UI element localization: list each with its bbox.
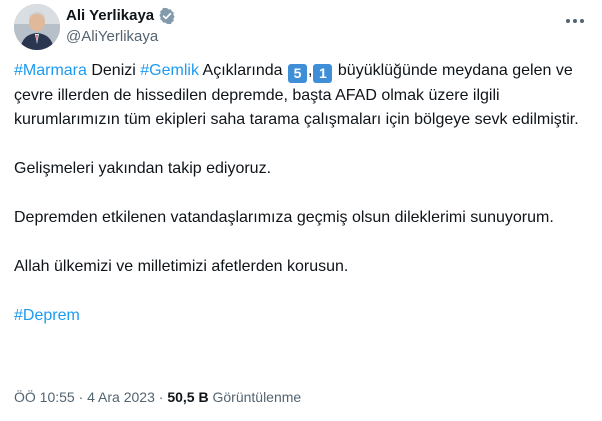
views-label: Görüntülenme: [208, 389, 302, 405]
text-segment: Denizi: [86, 62, 141, 79]
name-row: Ali Yerlikaya: [66, 5, 176, 26]
tweet-time[interactable]: ÖÖ 10:55: [14, 389, 75, 405]
tweet-meta: ÖÖ 10:55 · 4 Ara 2023 · 50,5 B Görüntüle…: [14, 389, 301, 405]
user-handle[interactable]: @AliYerlikaya: [66, 28, 176, 45]
hashtag-link[interactable]: #Gemlik: [140, 62, 199, 79]
meta-separator: ·: [74, 389, 88, 405]
hashtag-link[interactable]: #Deprem: [14, 307, 80, 324]
text-segment: ,: [308, 62, 313, 79]
tweet-paragraph: #Marmara Denizi #Gemlik Açıklarında 5,1 …: [14, 59, 589, 133]
user-block: Ali Yerlikaya @AliYerlikaya: [66, 5, 176, 45]
tweet-paragraph: #Deprem: [14, 304, 589, 329]
tweet-card: Ali Yerlikaya @AliYerlikaya #Marmara Den…: [0, 0, 602, 421]
more-options-icon[interactable]: [564, 12, 586, 23]
hashtag-link[interactable]: #Marmara: [14, 62, 87, 79]
verified-badge-icon: [158, 7, 176, 25]
avatar[interactable]: [14, 4, 60, 50]
avatar-image: [14, 4, 60, 50]
tweet-paragraph: Allah ülkemizi ve milletimizi afetlerden…: [14, 258, 349, 275]
tweet-paragraph: Depremden etkilenen vatandaşlarımıza geç…: [14, 209, 554, 226]
tweet-text: #Marmara Denizi #Gemlik Açıklarında 5,1 …: [14, 59, 589, 329]
display-name[interactable]: Ali Yerlikaya: [66, 7, 154, 24]
keycap-digit-icon: 5: [288, 64, 307, 83]
views-count: 50,5 B: [167, 389, 209, 405]
keycap-digit-icon: 1: [313, 64, 333, 83]
text-segment: Açıklarında: [198, 62, 287, 79]
tweet-paragraph: Gelişmeleri yakından takip ediyoruz.: [14, 160, 272, 177]
tweet-date[interactable]: 4 Ara 2023: [87, 389, 155, 405]
meta-separator: ·: [154, 389, 168, 405]
